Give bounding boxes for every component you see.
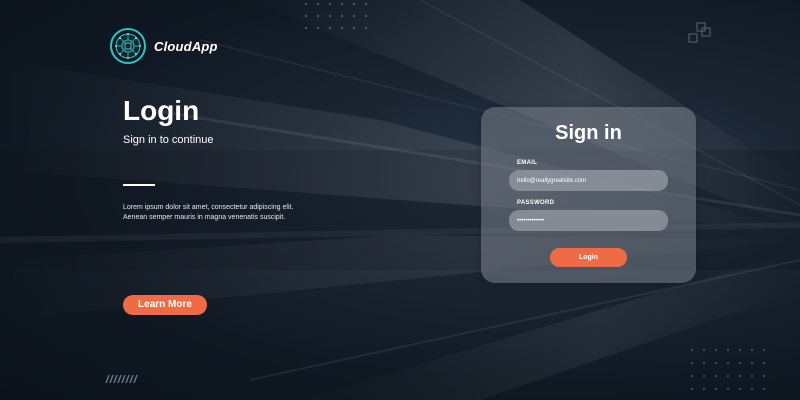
- brand-name: CloudApp: [154, 38, 218, 54]
- password-value: •••••••••••••: [517, 217, 545, 224]
- description-line: Lorem ipsum dolor sit amet, consectetur …: [123, 204, 294, 211]
- page-subtitle: Sign in to continue: [123, 134, 214, 146]
- password-field[interactable]: •••••••••••••: [509, 210, 668, 231]
- login-page: CloudApp Login Sign in to continue Lorem…: [0, 0, 800, 400]
- email-value: hello@reallygreatsite.com: [517, 177, 587, 184]
- learn-more-button[interactable]: Learn More: [123, 295, 207, 315]
- email-label: EMAIL: [517, 160, 538, 166]
- circuit-globe-icon: [110, 28, 146, 64]
- decorative-dot-grid-top: [305, 3, 367, 29]
- login-button[interactable]: Login: [550, 248, 627, 267]
- sign-in-card: Sign in EMAIL hello@reallygreatsite.com …: [481, 107, 696, 283]
- divider: [123, 184, 155, 186]
- decorative-dot-grid-bottom: [691, 349, 765, 390]
- password-label: PASSWORD: [517, 200, 555, 206]
- brand: CloudApp: [110, 28, 218, 64]
- stacked-squares-icon: [688, 22, 711, 43]
- decorative-slashes: [105, 375, 138, 383]
- description: Lorem ipsum dolor sit amet, consectetur …: [123, 203, 353, 223]
- sign-in-title: Sign in: [555, 122, 622, 144]
- description-line: Aenean semper mauris in magna venenatis …: [123, 214, 286, 221]
- page-title: Login: [123, 95, 200, 126]
- email-field[interactable]: hello@reallygreatsite.com: [509, 170, 668, 191]
